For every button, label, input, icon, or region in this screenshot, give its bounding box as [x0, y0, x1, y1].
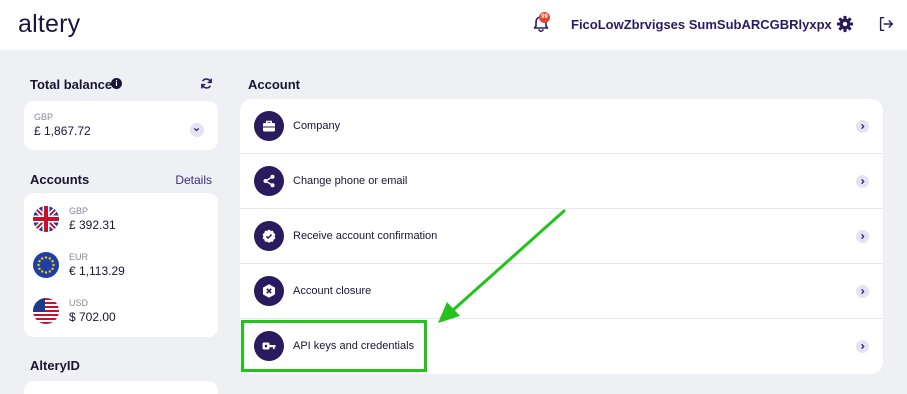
- accounts-details-link[interactable]: Details: [175, 173, 212, 187]
- balance-amount: £ 1,867.72: [34, 124, 91, 138]
- menu-item-account-closure[interactable]: Account closure: [240, 264, 883, 319]
- us-flag-icon: [33, 298, 59, 324]
- info-icon[interactable]: i: [111, 78, 122, 89]
- logout-icon[interactable]: [877, 15, 895, 33]
- account-currency: GBP: [69, 206, 89, 216]
- menu-item-label: Account closure: [293, 285, 372, 297]
- alteryid-card: [24, 381, 218, 394]
- alteryid-title: AlteryID: [30, 358, 80, 373]
- account-item-usd[interactable]: USD $ 702.00: [33, 294, 213, 328]
- menu-item-label: Company: [293, 120, 341, 132]
- top-bar: altery 99 FicoLowZbrvigses SumSubARCGBRl…: [0, 0, 907, 50]
- refresh-icon[interactable]: [200, 77, 213, 90]
- account-item-eur[interactable]: EUR € 1,113.29: [33, 248, 213, 282]
- chevron-right-icon: [856, 230, 869, 243]
- verified-badge-icon: [254, 221, 284, 251]
- menu-item-label: Receive account confirmation: [293, 230, 438, 242]
- eu-flag-icon: [33, 252, 59, 278]
- username-label[interactable]: FicoLowZbrvigses SumSubARCGBRlyxpx: [571, 17, 832, 32]
- altery-logo[interactable]: altery: [18, 10, 80, 39]
- accounts-header: Accounts Details: [24, 172, 218, 188]
- account-item-gbp[interactable]: GBP £ 392.31: [33, 202, 213, 236]
- account-amount: £ 392.31: [69, 218, 116, 232]
- notification-badge: 99: [539, 12, 550, 23]
- account-currency: USD: [69, 298, 89, 308]
- highlight-box: [241, 320, 427, 372]
- menu-item-company[interactable]: Company: [240, 99, 883, 154]
- gear-icon[interactable]: [836, 15, 854, 33]
- chevron-down-icon: [193, 128, 200, 132]
- account-amount: € 1,113.29: [69, 264, 125, 278]
- briefcase-icon: [254, 111, 284, 141]
- chevron-right-icon: [856, 285, 869, 298]
- menu-item-label: Change phone or email: [293, 175, 408, 187]
- chevron-right-icon: [856, 175, 869, 188]
- total-balance-title: Total balance: [30, 77, 113, 92]
- account-section-title: Account: [248, 77, 300, 92]
- total-balance-card[interactable]: GBP £ 1,867.72: [24, 101, 218, 150]
- menu-item-change-phone-email[interactable]: Change phone or email: [240, 154, 883, 209]
- account-amount: $ 702.00: [69, 310, 116, 324]
- account-currency: EUR: [69, 252, 89, 262]
- balance-currency: GBP: [34, 112, 54, 122]
- balance-expand-button[interactable]: [190, 123, 204, 137]
- close-hexagon-icon: [254, 276, 284, 306]
- share-icon: [254, 166, 284, 196]
- chevron-right-icon: [856, 120, 869, 133]
- accounts-title: Accounts: [30, 172, 90, 187]
- total-balance-header: Total balance i: [24, 77, 218, 93]
- chevron-right-icon: [856, 340, 869, 353]
- uk-flag-icon: [33, 206, 59, 232]
- accounts-card: GBP £ 392.31 EUR € 1,113.29 USD $ 702.00: [24, 193, 218, 337]
- menu-item-account-confirmation[interactable]: Receive account confirmation: [240, 209, 883, 264]
